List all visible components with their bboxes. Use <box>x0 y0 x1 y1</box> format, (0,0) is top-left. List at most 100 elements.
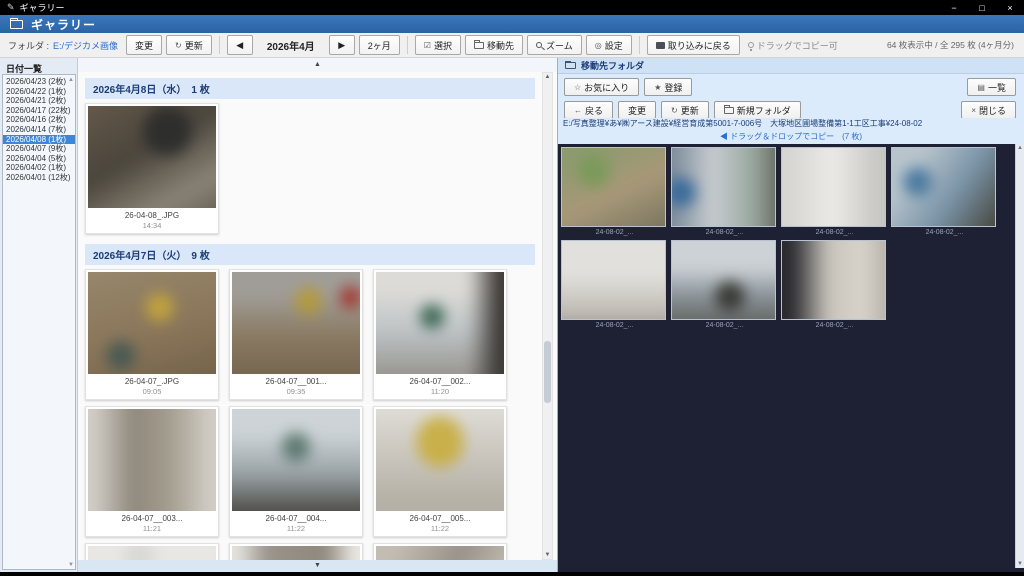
photo-thumbnail[interactable] <box>561 147 666 227</box>
date-list-item[interactable]: 2026/04/04 (5枚) <box>3 154 75 164</box>
photo-card[interactable]: 26-04-07__004... 11:22 <box>229 406 363 537</box>
photo-thumbnail[interactable] <box>232 409 360 511</box>
photo-time: 11:22 <box>430 524 450 533</box>
photo-thumbnail[interactable] <box>891 147 996 227</box>
date-list-item[interactable]: 2026/04/17 (22枚) <box>3 106 75 116</box>
scrollbar-down-icon[interactable]: ▼ <box>1016 561 1024 567</box>
photo-card[interactable]: 26-04-07__005... 11:22 <box>373 406 507 537</box>
select-button[interactable]: ☑ 選択 <box>414 35 461 55</box>
photo-card[interactable] <box>229 543 363 560</box>
photo-grid: 26-04-07_.JPG 09:05 26-04-07__001... 09:35 2… <box>85 269 535 560</box>
date-list-item[interactable]: 2026/04/08 (1枚) <box>3 134 75 145</box>
dest-thumb[interactable]: 24-08-02_... <box>671 147 778 238</box>
dest-thumb[interactable]: 24-08-02_... <box>781 147 888 238</box>
photo-thumbnail[interactable] <box>781 240 886 320</box>
scrollbar-up-icon[interactable]: ▲ <box>1016 145 1024 151</box>
dest-thumb[interactable]: 24-08-02_... <box>891 147 998 238</box>
photo-filename: 24-08-02_... <box>925 229 964 236</box>
next-month-button[interactable]: ▶ <box>328 35 355 55</box>
scrollbar-up-icon[interactable]: ▲ <box>543 74 552 80</box>
refresh-button[interactable]: ↻ 更新 <box>166 35 212 55</box>
maximize-button[interactable]: □ <box>968 0 996 15</box>
panel-scrollbar[interactable]: ▲ ▼ <box>1015 144 1024 568</box>
toolbar-separator <box>406 36 408 54</box>
date-list-item[interactable]: 2026/04/16 (2枚) <box>3 115 75 125</box>
destination-panel: 移動先フォルダ ☆ お気に入り ★ 登録 ▤ 一覧 ← 戻る 変更 ↻ 更新 新規フォルダ… <box>557 58 1024 572</box>
folder-icon <box>723 105 734 114</box>
dest-thumb[interactable]: 24-08-02_... <box>561 147 668 238</box>
date-list-item[interactable]: 2026/04/23 (2枚) <box>3 77 75 87</box>
photo-card[interactable] <box>85 543 219 560</box>
destination-panel-header: 移動先フォルダ <box>558 58 1024 74</box>
photo-card[interactable] <box>373 543 507 560</box>
photo-thumbnail[interactable] <box>88 106 216 208</box>
register-button[interactable]: ★ 登録 <box>644 78 693 96</box>
date-list-item[interactable]: 2026/04/14 (7枚) <box>3 125 75 135</box>
main-scrollbar[interactable]: ▲ ▼ <box>542 72 553 560</box>
photo-card[interactable]: 26-04-07__002... 11:20 <box>373 269 507 400</box>
photo-filename: 24-08-02_... <box>705 322 744 329</box>
photo-thumbnail[interactable] <box>671 147 776 227</box>
dest-thumb[interactable]: 24-08-02_... <box>671 240 778 331</box>
photo-thumbnail[interactable] <box>88 409 216 511</box>
scroll-down-icon[interactable]: ▼ <box>68 562 74 568</box>
two-month-button[interactable]: 2ヶ月 <box>358 35 400 55</box>
photo-filename: 26-04-08_.JPG <box>124 211 180 220</box>
app-header: ギャラリー <box>0 15 1024 33</box>
date-list-item[interactable]: 2026/04/21 (2枚) <box>3 96 75 106</box>
photo-time: 09:05 <box>142 387 162 396</box>
new-folder-button[interactable]: 新規フォルダ <box>713 101 801 119</box>
list-view-button[interactable]: ▤ 一覧 <box>967 78 1016 96</box>
toolbar-separator <box>638 36 640 54</box>
window-bottom-border <box>0 572 1024 576</box>
folder-path-link[interactable]: E:/デジカメ画像 <box>53 39 118 52</box>
photo-thumbnail[interactable] <box>671 240 776 320</box>
minimize-button[interactable]: − <box>940 0 968 15</box>
photo-filename: 24-08-02_... <box>595 322 634 329</box>
move-to-button[interactable]: 移動先 <box>464 35 523 55</box>
photo-card[interactable]: 26-04-07__001... 09:35 <box>229 269 363 400</box>
change-folder-button[interactable]: 変更 <box>126 35 163 55</box>
photo-thumbnail[interactable] <box>88 546 216 560</box>
folder-icon <box>565 60 576 69</box>
close-panel-button[interactable]: × 閉じる <box>961 101 1016 119</box>
photo-filename: 24-08-02_... <box>815 229 854 236</box>
prev-month-button[interactable]: ◀ <box>226 35 253 55</box>
photo-thumbnail[interactable] <box>376 272 504 374</box>
photo-sections: 2026年4月8日（水） 1 枚 26-04-08_.JPG 14:34 2026年4… <box>85 78 535 560</box>
photo-thumbnail[interactable] <box>232 546 360 560</box>
photo-thumbnail[interactable] <box>781 147 886 227</box>
close-window-button[interactable]: × <box>996 0 1024 15</box>
favorites-button[interactable]: ☆ お気に入り <box>564 78 640 96</box>
scrollbar-down-icon[interactable]: ▼ <box>543 552 552 558</box>
drag-copy-hint: ドラッグでコピー可 <box>747 39 838 52</box>
photo-thumbnail[interactable] <box>88 272 216 374</box>
date-list-item[interactable]: 2026/04/01 (12枚) <box>3 173 75 183</box>
settings-button[interactable]: ◎ 設定 <box>585 35 632 55</box>
scroll-up-icon[interactable]: ▲ <box>68 77 74 83</box>
photo-filename: 26-04-07__001... <box>265 377 327 386</box>
dest-thumb[interactable]: 24-08-02_... <box>561 240 668 331</box>
back-to-import-button[interactable]: 取り込みに戻る <box>646 35 740 55</box>
scroll-up-strip[interactable]: ▲ <box>78 58 557 72</box>
date-list-item[interactable]: 2026/04/22 (1枚) <box>3 87 75 97</box>
photo-thumbnail[interactable] <box>232 272 360 374</box>
photo-card[interactable]: 26-04-08_.JPG 14:34 <box>85 103 219 234</box>
dest-thumb[interactable]: 24-08-02_... <box>781 240 888 331</box>
date-list-item[interactable]: 2026/04/07 (9枚) <box>3 144 75 154</box>
scrollbar-thumb[interactable] <box>544 341 551 403</box>
photo-card[interactable]: 26-04-07_.JPG 09:05 <box>85 269 219 400</box>
photo-thumbnail[interactable] <box>376 409 504 511</box>
scroll-down-strip[interactable]: ▼ <box>78 560 557 572</box>
photo-card[interactable]: 26-04-07__003... 11:21 <box>85 406 219 537</box>
photo-time: 09:35 <box>286 387 306 396</box>
photo-time: 14:34 <box>142 221 162 230</box>
change-dest-button[interactable]: 変更 <box>618 101 657 119</box>
zoom-button[interactable]: ズーム <box>526 35 582 55</box>
photo-thumbnail[interactable] <box>376 546 504 560</box>
back-button[interactable]: ← 戻る <box>564 101 614 119</box>
refresh-dest-button[interactable]: ↻ 更新 <box>661 101 709 119</box>
photo-thumbnail[interactable] <box>561 240 666 320</box>
photo-filename: 26-04-07_.JPG <box>124 377 180 386</box>
date-list-item[interactable]: 2026/04/02 (1枚) <box>3 163 75 173</box>
